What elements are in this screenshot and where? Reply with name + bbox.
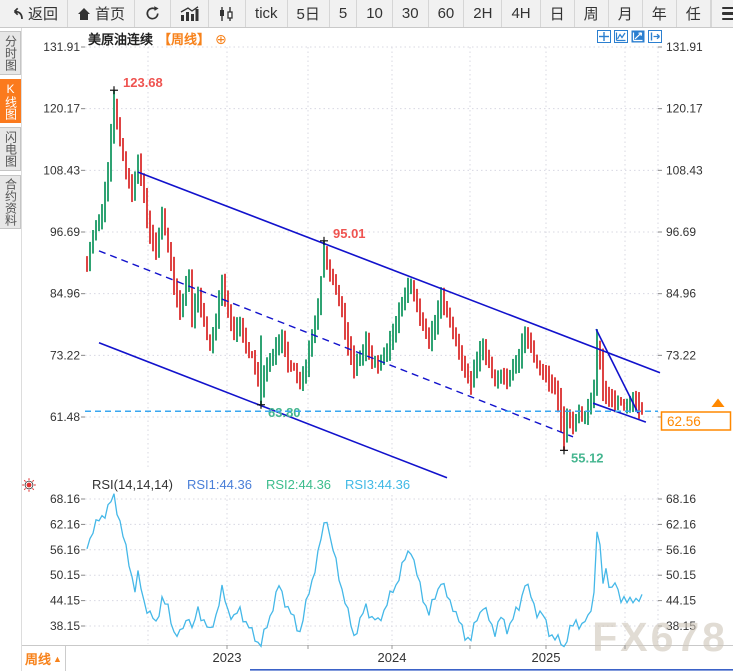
svg-text:62.16: 62.16 <box>50 517 80 531</box>
footer-period-label: 周线 <box>25 649 51 668</box>
period-button-月[interactable]: 月 <box>609 0 643 27</box>
bar-chart-icon <box>180 6 199 22</box>
svg-text:96.69: 96.69 <box>666 225 696 239</box>
period-button-日[interactable]: 日 <box>541 0 575 27</box>
period-button-tick[interactable]: tick <box>246 0 288 27</box>
period-button-30[interactable]: 30 <box>393 0 429 27</box>
period-button-年[interactable]: 年 <box>643 0 677 27</box>
trendline-mid-channel <box>99 251 573 437</box>
high-annotation-95.01: 95.01 <box>333 226 366 241</box>
trendline-upper-channel <box>138 172 660 373</box>
svg-text:131.91: 131.91 <box>43 40 80 54</box>
top-toolbar: 返回 首页 tick5日51030602H4H日周月年任 <box>0 0 733 28</box>
draw-tool-icon[interactable] <box>631 30 645 48</box>
period-button-5日[interactable]: 5日 <box>288 0 330 27</box>
bar-chart-type-button[interactable] <box>171 0 209 27</box>
svg-text:44.15: 44.15 <box>666 594 696 608</box>
svg-text:120.17: 120.17 <box>43 102 80 116</box>
trendline-wedge-upper <box>596 329 638 413</box>
svg-text:50.15: 50.15 <box>50 568 80 582</box>
rsi-legend: RSI(14,14,14) RSI1:44.36 RSI2:44.36 RSI3… <box>92 477 410 492</box>
period-button-10[interactable]: 10 <box>357 0 393 27</box>
sidebar-tab-contract-info[interactable]: 合约资料 <box>0 175 21 229</box>
home-button-label: 首页 <box>95 3 125 24</box>
back-button-label: 返回 <box>28 3 58 24</box>
candlestick-icon <box>218 6 236 22</box>
candle-chart-type-button[interactable] <box>209 0 246 27</box>
chart-header: 美原油连续 【周线】 ⊕ <box>88 29 227 48</box>
period-button-5[interactable]: 5 <box>330 0 357 27</box>
time-axis-bar: 周线 ▲ 2023 2024 2025 <box>22 645 733 671</box>
home-button[interactable]: 首页 <box>68 0 135 27</box>
price-up-arrow-icon <box>712 399 725 408</box>
exit-fullscreen-icon[interactable] <box>648 30 662 48</box>
svg-text:50.15: 50.15 <box>666 568 696 582</box>
trendline-lower-channel <box>99 343 447 478</box>
svg-text:131.91: 131.91 <box>666 40 703 54</box>
low-annotation-55.12: 55.12 <box>571 450 604 465</box>
period-button-60[interactable]: 60 <box>429 0 465 27</box>
svg-text:68.16: 68.16 <box>50 492 80 506</box>
trendline-wedge-lower <box>593 403 646 422</box>
svg-text:84.96: 84.96 <box>50 287 80 301</box>
svg-text:96.69: 96.69 <box>50 225 80 239</box>
rsi-line <box>87 494 642 647</box>
svg-text:38.15: 38.15 <box>666 619 696 633</box>
rsi2-value: RSI2:44.36 <box>266 477 331 492</box>
svg-text:61.48: 61.48 <box>50 410 80 424</box>
add-indicator-icon[interactable]: ⊕ <box>215 33 227 45</box>
x-axis-year-2024: 2024 <box>370 650 414 665</box>
svg-text:73.22: 73.22 <box>666 348 696 362</box>
period-selector-cell[interactable]: 周线 ▲ <box>22 646 66 671</box>
svg-text:73.22: 73.22 <box>50 348 80 362</box>
period-button-4H[interactable]: 4H <box>502 0 540 27</box>
menu-button[interactable] <box>711 0 733 27</box>
period-button-group: tick5日51030602H4H日周月年任 <box>246 0 711 27</box>
svg-text:56.16: 56.16 <box>666 543 696 557</box>
period-button-2H[interactable]: 2H <box>464 0 502 27</box>
back-arrow-icon <box>9 7 24 21</box>
rsi3-value: RSI3:44.36 <box>345 477 410 492</box>
refresh-icon <box>144 5 161 22</box>
svg-text:44.15: 44.15 <box>50 594 80 608</box>
back-button[interactable]: 返回 <box>0 0 68 27</box>
current-price-value: 62.56 <box>667 414 701 429</box>
chart-tool-icons <box>597 30 662 48</box>
auto-scale-tool-icon[interactable] <box>614 30 628 48</box>
svg-text:108.43: 108.43 <box>43 163 80 177</box>
svg-text:56.16: 56.16 <box>50 543 80 557</box>
indicator-settings-icon[interactable] <box>22 478 36 497</box>
rsi-indicator-name: RSI(14,14,14) <box>92 477 173 492</box>
svg-text:61.48: 61.48 <box>666 410 696 424</box>
low-annotation-63.80: 63.80 <box>268 405 301 420</box>
svg-text:120.17: 120.17 <box>666 102 703 116</box>
svg-text:62.16: 62.16 <box>666 517 696 531</box>
home-icon <box>77 7 91 21</box>
x-axis-year-2023: 2023 <box>205 650 249 665</box>
sidebar-tab-lightning-chart[interactable]: 闪电图 <box>0 127 21 171</box>
period-dropdown-arrow-icon: ▲ <box>53 654 62 664</box>
current-price-box <box>662 412 731 430</box>
instrument-title: 美原油连续 <box>88 29 153 48</box>
svg-text:84.96: 84.96 <box>666 287 696 301</box>
price-and-rsi-chart[interactable]: 131.91 131.91 120.17 120.17 108.43 108.43 96.6… <box>22 28 733 671</box>
sidebar-tab-kline-chart[interactable]: K线图 <box>0 79 21 123</box>
chart-type-sidebar: 分时图 K线图闪电图合约资料 <box>0 28 22 671</box>
rsi1-value: RSI1:44.36 <box>187 477 252 492</box>
period-button-周[interactable]: 周 <box>575 0 609 27</box>
crosshair-tool-icon[interactable] <box>597 30 611 48</box>
x-axis-year-2025: 2025 <box>524 650 568 665</box>
high-annotation-123.68: 123.68 <box>123 75 163 90</box>
svg-text:108.43: 108.43 <box>666 163 703 177</box>
svg-text:38.15: 38.15 <box>50 619 80 633</box>
period-tag: 【周线】 <box>158 29 210 48</box>
sidebar-tab-time-chart[interactable]: 分时图 <box>0 31 21 75</box>
period-button-任[interactable]: 任 <box>677 0 711 27</box>
refresh-button[interactable] <box>135 0 171 27</box>
svg-text:68.16: 68.16 <box>666 492 696 506</box>
